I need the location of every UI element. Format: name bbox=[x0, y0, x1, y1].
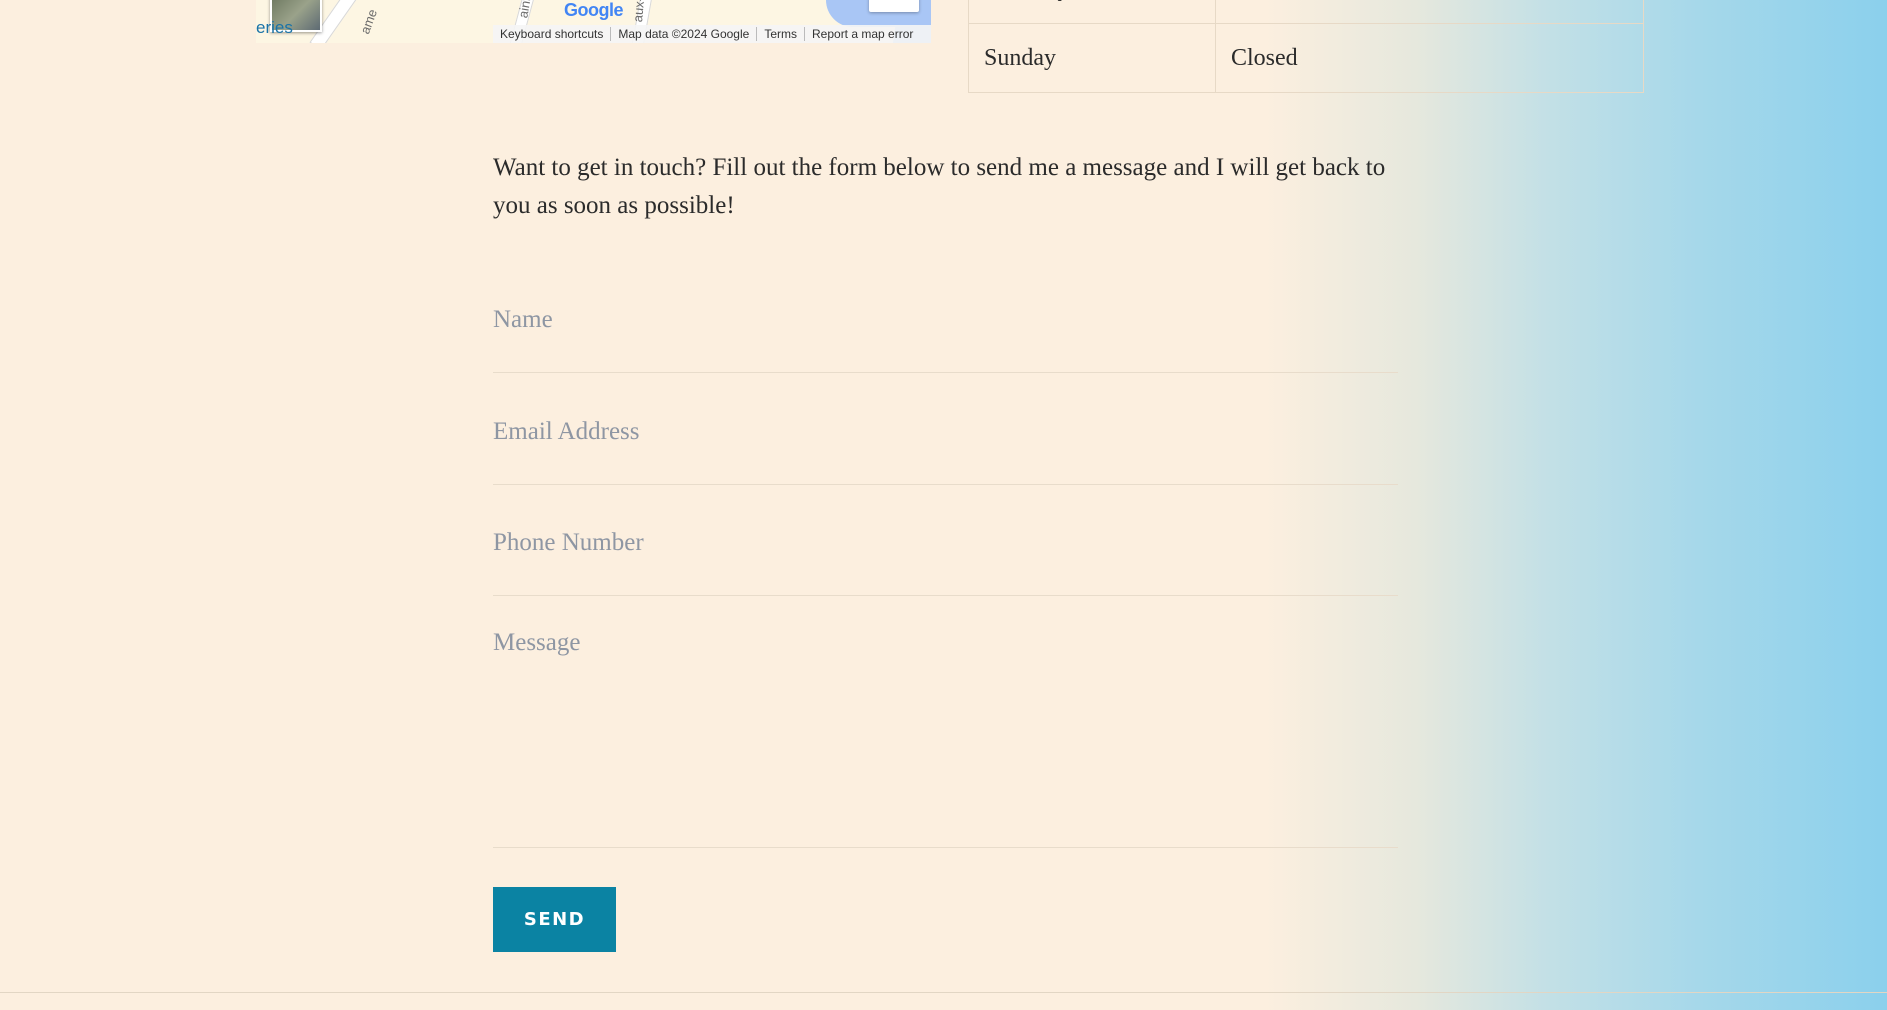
email-field-wrapper bbox=[493, 412, 1398, 485]
google-map[interactable]: eries ame aint aux- Google Keyboard shor… bbox=[256, 0, 931, 43]
business-hours-table: Saturday Sunday Closed bbox=[968, 0, 1644, 93]
map-city-label: eries bbox=[256, 18, 293, 37]
report-map-error-link[interactable]: Report a map error bbox=[804, 27, 920, 41]
map-street-label: aint bbox=[515, 0, 534, 20]
footer-divider bbox=[0, 992, 1887, 993]
send-button[interactable]: SEND bbox=[493, 887, 616, 952]
message-field-wrapper bbox=[493, 627, 1398, 848]
map-attribution-bar: Keyboard shortcuts Map data ©2024 Google… bbox=[493, 25, 931, 43]
map-data-text: Map data ©2024 Google bbox=[610, 27, 756, 41]
map-street-label: aux- bbox=[630, 0, 648, 23]
phone-field-wrapper bbox=[493, 523, 1398, 596]
hours-cell: Closed bbox=[1215, 23, 1644, 93]
day-cell: Saturday bbox=[968, 0, 1216, 24]
day-cell: Sunday bbox=[968, 23, 1216, 93]
hours-cell bbox=[1215, 0, 1644, 24]
phone-input[interactable] bbox=[493, 523, 1398, 563]
table-row: Saturday bbox=[968, 0, 1644, 24]
name-input[interactable] bbox=[493, 300, 1398, 340]
message-textarea[interactable] bbox=[493, 627, 1398, 827]
keyboard-shortcuts-link[interactable]: Keyboard shortcuts bbox=[493, 27, 610, 41]
contact-intro-text: Want to get in touch? Fill out the form … bbox=[493, 154, 1386, 219]
terms-link[interactable]: Terms bbox=[756, 27, 804, 41]
map-street-label: ame bbox=[357, 7, 381, 36]
map-zoom-control[interactable] bbox=[869, 0, 919, 12]
table-row: Sunday Closed bbox=[968, 23, 1644, 93]
email-input[interactable] bbox=[493, 412, 1398, 452]
google-logo[interactable]: Google bbox=[564, 0, 624, 21]
name-field-wrapper bbox=[493, 300, 1398, 373]
